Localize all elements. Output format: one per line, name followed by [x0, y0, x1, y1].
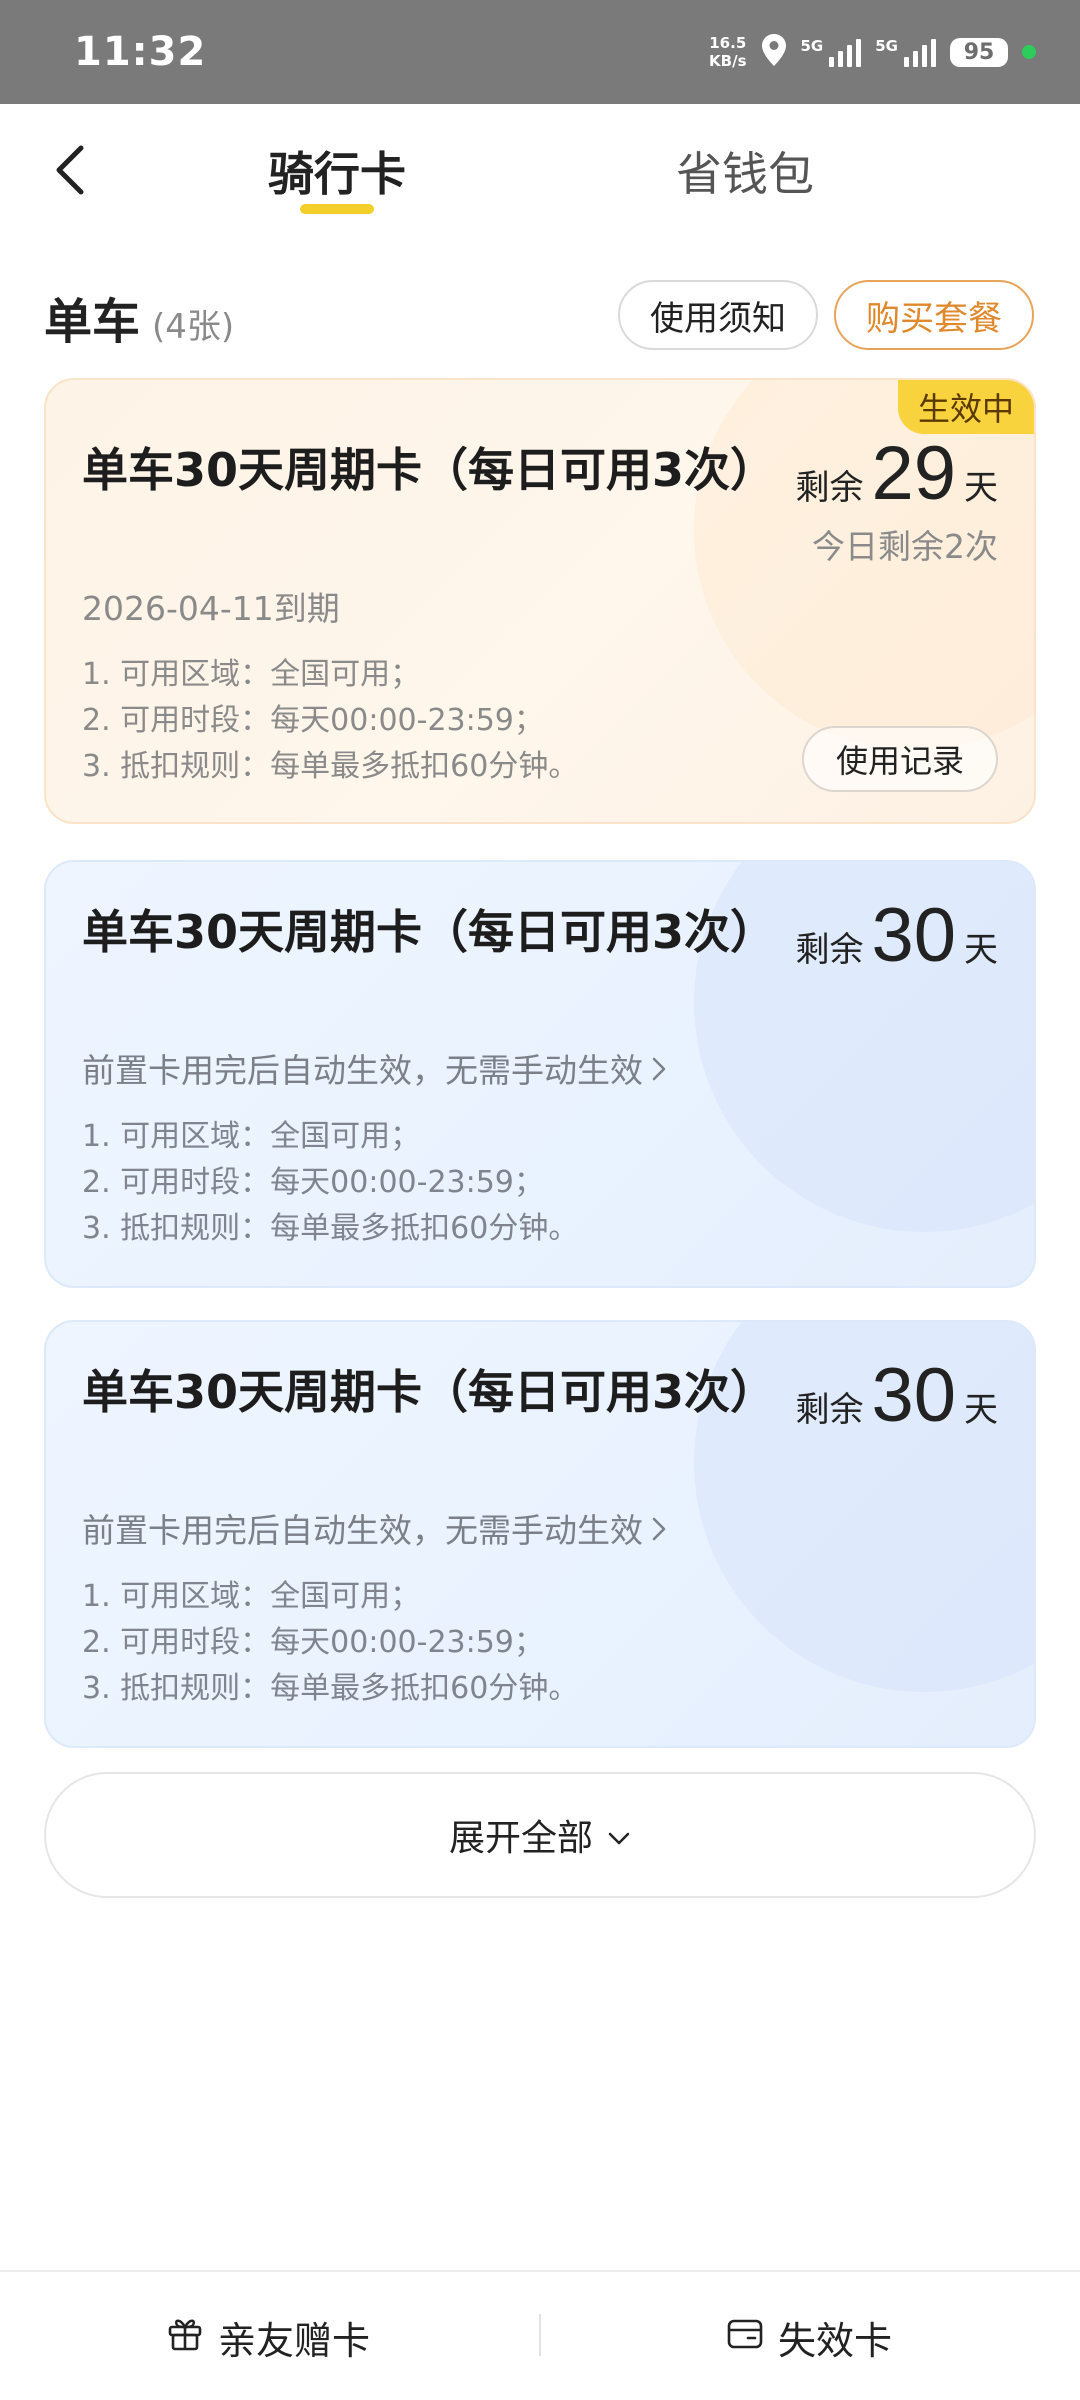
location-icon: [761, 33, 787, 71]
remaining-days: 剩余 30 天: [795, 892, 998, 979]
rule-item: 2. 可用时段：每天00:00-23:59；: [82, 1165, 544, 1200]
rule-item: 2. 可用时段：每天00:00-23:59；: [82, 1625, 544, 1660]
rule-item: 3. 抵扣规则：每单最多抵扣60分钟。: [82, 1671, 579, 1706]
gift-card-label: 亲友赠卡: [218, 2318, 371, 2363]
back-arrow-icon: [56, 145, 84, 195]
status-badge: 生效中: [898, 380, 1034, 434]
card-activation-note[interactable]: 前置卡用完后自动生效，无需手动生效: [82, 1044, 667, 1092]
bottom-bar: 亲友赠卡 失效卡: [0, 2270, 1080, 2400]
remaining-days: 剩余 30 天: [795, 1352, 998, 1439]
usage-record-button[interactable]: 使用记录: [802, 726, 998, 792]
remaining-days-value: 29: [871, 431, 956, 516]
remaining-days-unit: 天: [964, 1390, 998, 1430]
remaining-label: 剩余: [795, 930, 864, 970]
tab-active-indicator: [300, 204, 374, 214]
rule-item: 3. 抵扣规则：每单最多抵扣60分钟。: [82, 1211, 579, 1246]
chevron-right-icon: [651, 1055, 667, 1090]
remaining-label: 剩余: [795, 468, 864, 508]
expand-all-button[interactable]: 展开全部: [44, 1772, 1036, 1898]
riding-card-active[interactable]: 生效中 单车30天周期卡（每日可用3次） 2026-04-11到期 剩余 29 …: [44, 378, 1036, 824]
today-remaining: 今日剩余2次: [812, 527, 998, 566]
expired-cards-button[interactable]: 失效卡: [726, 2272, 892, 2400]
activation-note-text: 前置卡用完后自动生效，无需手动生效: [82, 1511, 643, 1550]
expired-cards-label: 失效卡: [778, 2318, 893, 2363]
rule-item: 1. 可用区域：全国可用；: [82, 1119, 421, 1154]
battery-indicator: 95: [950, 37, 1008, 67]
status-time: 11:32: [74, 29, 207, 75]
card-rules: 1. 可用区域：全国可用； 2. 可用时段：每天00:00-23:59； 3. …: [82, 1574, 578, 1712]
net-speed: 16.5 KB/s: [709, 34, 746, 70]
gift-icon: [166, 2314, 204, 2361]
chevron-right-icon: [651, 1515, 667, 1550]
remaining-days-unit: 天: [964, 468, 998, 508]
card-title: 单车30天周期卡（每日可用3次）: [82, 443, 777, 497]
gift-card-button[interactable]: 亲友赠卡: [166, 2272, 370, 2400]
top-nav: 骑行卡 省钱包: [0, 104, 1080, 244]
expand-all-label: 展开全部: [448, 1818, 593, 1859]
signal-icon-1: 5G: [801, 37, 862, 67]
remaining-days: 剩余 29 天: [795, 430, 998, 517]
card-expiry: 2026-04-11到期: [82, 589, 340, 628]
remaining-days-value: 30: [871, 1353, 956, 1438]
buy-package-button[interactable]: 购买套餐: [834, 280, 1034, 350]
tab-riding-card[interactable]: 骑行卡: [268, 138, 406, 204]
card-rules: 1. 可用区域：全国可用； 2. 可用时段：每天00:00-23:59； 3. …: [82, 1114, 578, 1252]
chevron-down-icon: [607, 1815, 631, 1856]
remaining-days-value: 30: [871, 893, 956, 978]
card-wallet-icon: [726, 2314, 764, 2361]
section-title: 单车: [44, 294, 141, 350]
back-button[interactable]: [40, 140, 100, 200]
section-count: (4张): [152, 307, 235, 347]
status-bar: 11:32 16.5 KB/s 5G 5G 95: [0, 0, 1080, 104]
card-title: 单车30天周期卡（每日可用3次）: [82, 905, 777, 959]
remaining-label: 剩余: [795, 1390, 864, 1430]
rule-item: 2. 可用时段：每天00:00-23:59；: [82, 703, 544, 738]
card-rules: 1. 可用区域：全国可用； 2. 可用时段：每天00:00-23:59； 3. …: [82, 652, 578, 790]
rule-item: 1. 可用区域：全国可用；: [82, 1579, 421, 1614]
status-icons: 16.5 KB/s 5G 5G 95: [709, 33, 1036, 71]
net-speed-value: 16.5: [709, 34, 747, 52]
rule-item: 1. 可用区域：全国可用；: [82, 657, 421, 692]
card-title: 单车30天周期卡（每日可用3次）: [82, 1365, 777, 1419]
net-speed-unit: KB/s: [709, 52, 747, 70]
riding-card-pending[interactable]: 单车30天周期卡（每日可用3次） 前置卡用完后自动生效，无需手动生效 剩余 30…: [44, 1320, 1036, 1748]
bottom-divider: [539, 2314, 541, 2356]
remaining-days-unit: 天: [964, 930, 998, 970]
section-header: 单车 (4张): [44, 282, 234, 352]
usage-notice-button[interactable]: 使用须知: [618, 280, 818, 350]
privacy-dot-icon: [1022, 45, 1036, 59]
activation-note-text: 前置卡用完后自动生效，无需手动生效: [82, 1051, 643, 1090]
rule-item: 3. 抵扣规则：每单最多抵扣60分钟。: [82, 749, 579, 784]
tab-saving-pack[interactable]: 省钱包: [676, 138, 814, 204]
card-activation-note[interactable]: 前置卡用完后自动生效，无需手动生效: [82, 1504, 667, 1552]
signal-icon-2: 5G: [875, 37, 936, 67]
riding-card-pending[interactable]: 单车30天周期卡（每日可用3次） 前置卡用完后自动生效，无需手动生效 剩余 30…: [44, 860, 1036, 1288]
